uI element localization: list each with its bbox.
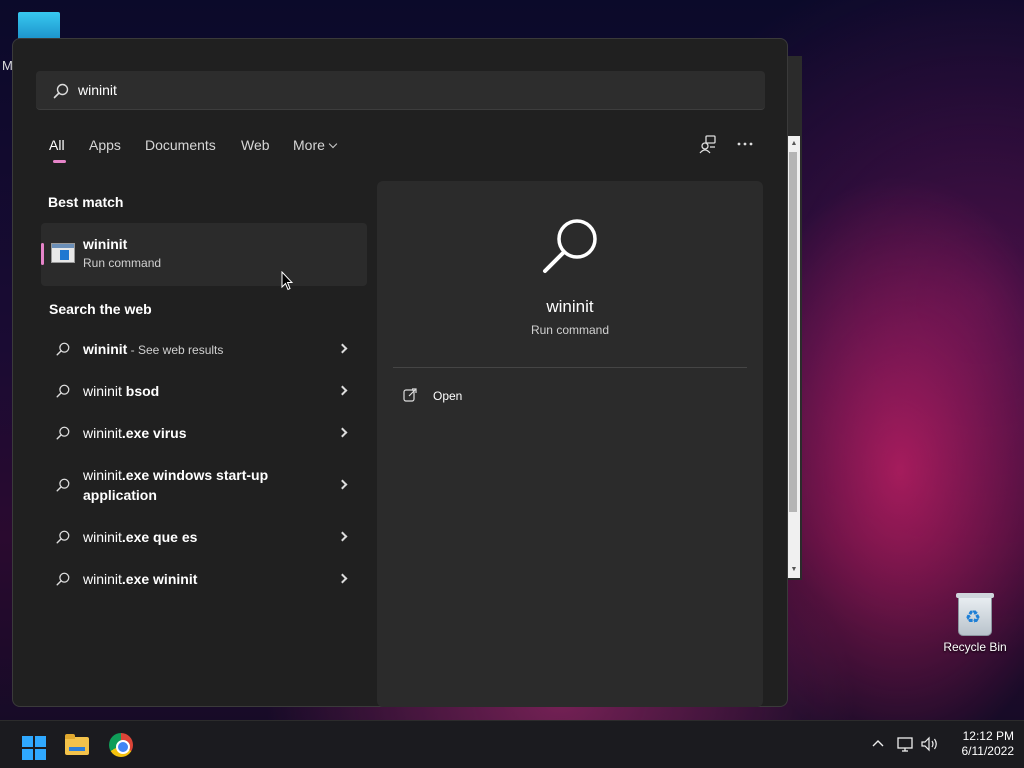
scroll-up-icon[interactable]: ▲: [789, 140, 799, 147]
web-result-text: wininit - See web results: [83, 341, 224, 357]
clock-date: 6/11/2022: [961, 744, 1015, 758]
web-result-text: wininit.exe virus: [83, 425, 187, 441]
chevron-right-icon: [337, 573, 348, 584]
web-result-row[interactable]: wininit.exe que es: [41, 523, 367, 551]
ellipsis-icon[interactable]: [733, 134, 757, 156]
chevron-right-icon: [337, 343, 348, 354]
active-tab-indicator: [53, 160, 66, 163]
network-icon[interactable]: [896, 735, 916, 753]
taskbar: 12:12 PM 6/11/2022: [0, 720, 1024, 768]
account-switch-icon[interactable]: [697, 134, 721, 156]
preview-title: wininit: [546, 297, 594, 316]
search-query-text: wininit: [78, 82, 117, 98]
tab-more[interactable]: More: [293, 137, 338, 153]
file-explorer-button[interactable]: [60, 729, 94, 761]
search-icon: [543, 219, 597, 273]
recycle-bin-icon: ♻: [956, 593, 994, 636]
search-icon: [56, 426, 70, 440]
mouse-cursor-icon: [281, 271, 293, 291]
windows-logo-icon: [22, 736, 46, 760]
chevron-down-icon: [328, 139, 338, 149]
chevron-right-icon: [337, 385, 348, 396]
search-icon: [56, 342, 70, 356]
search-input[interactable]: wininit: [36, 71, 765, 110]
preview-subtitle: Run command: [530, 323, 610, 337]
web-result-row[interactable]: wininit.exe virus: [41, 419, 367, 447]
divider: [393, 367, 747, 368]
scroll-down-icon[interactable]: ▼: [789, 566, 799, 573]
search-icon: [53, 83, 69, 99]
web-result-text: wininit.exe windows start-up application: [83, 467, 269, 503]
chevron-right-icon: [337, 531, 348, 542]
result-preview-pane: wininit Run command Open: [377, 181, 763, 707]
tab-more-label: More: [293, 137, 325, 153]
background-scrollbar-thumb[interactable]: [789, 152, 797, 512]
chevron-up-icon[interactable]: [870, 735, 886, 753]
web-result-text: wininit.exe wininit: [83, 571, 198, 587]
search-icon: [56, 530, 70, 544]
search-web-heading: Search the web: [49, 301, 152, 317]
chevron-right-icon: [337, 479, 348, 490]
tab-web[interactable]: Web: [241, 137, 270, 153]
chrome-button[interactable]: [104, 729, 138, 761]
recycle-bin-shortcut[interactable]: ♻ Recycle Bin: [940, 593, 1010, 654]
folder-icon: [65, 734, 89, 755]
system-clock[interactable]: 12:12 PM 6/11/2022: [944, 729, 1015, 759]
web-result-text: wininit.exe que es: [83, 529, 198, 545]
volume-icon[interactable]: [920, 735, 940, 753]
search-icon: [56, 478, 70, 492]
run-command-icon: [51, 243, 75, 263]
tab-documents[interactable]: Documents: [145, 137, 216, 153]
web-result-row[interactable]: wininit.exe wininit: [41, 565, 367, 593]
chrome-icon: [109, 733, 133, 757]
chevron-right-icon: [337, 427, 348, 438]
best-match-result[interactable]: wininit Run command: [41, 223, 367, 286]
best-match-name: wininit: [83, 236, 128, 252]
recycle-bin-label: Recycle Bin: [943, 640, 1007, 654]
best-match-subtitle: Run command: [83, 256, 162, 270]
web-result-row[interactable]: wininit - See web results: [41, 335, 367, 363]
best-match-heading: Best match: [48, 194, 124, 210]
open-label: Open: [433, 389, 463, 403]
search-panel: wininit All Apps Documents Web More Best…: [12, 38, 788, 707]
tab-all[interactable]: All: [49, 137, 65, 153]
start-button[interactable]: [14, 729, 48, 761]
open-button[interactable]: Open: [403, 387, 603, 407]
clock-time: 12:12 PM: [962, 729, 1014, 743]
web-result-row[interactable]: wininit.exe windows start-up application: [41, 461, 367, 509]
tab-apps[interactable]: Apps: [89, 137, 121, 153]
open-external-icon: [403, 388, 417, 402]
web-result-text: wininit bsod: [83, 383, 160, 399]
web-result-row[interactable]: wininit bsod: [41, 377, 367, 405]
selection-indicator: [41, 243, 44, 265]
search-icon: [56, 384, 70, 398]
search-icon: [56, 572, 70, 586]
